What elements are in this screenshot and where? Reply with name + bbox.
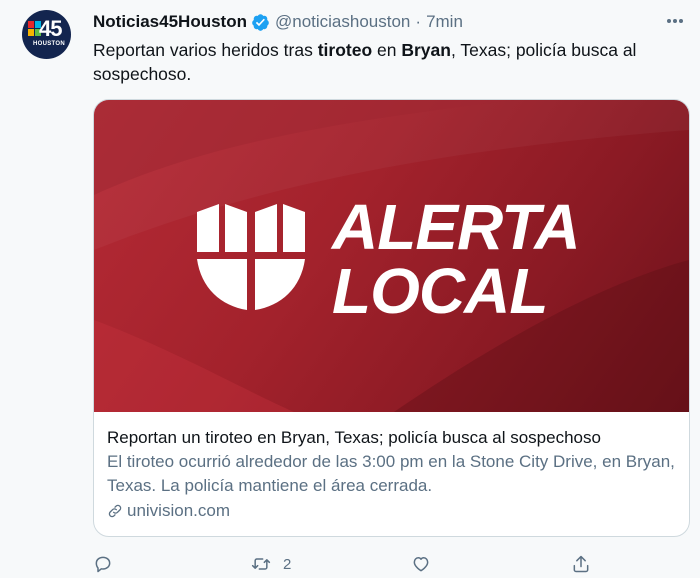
tweet-text: Reportan varios heridos tras tiroteo en … (93, 38, 673, 86)
link-card[interactable]: ALERTA LOCAL Reportan un tiroteo en Brya… (93, 99, 690, 537)
tweet-text-bold: Bryan (401, 40, 451, 60)
tweet-header: Noticias45Houston @noticiashouston · 7mi… (93, 11, 463, 33)
retweet-button[interactable]: 2 (251, 554, 291, 574)
tweet-timestamp[interactable]: 7min (426, 12, 463, 32)
card-description: El tiroteo ocurrió alrededor de las 3:00… (107, 452, 675, 495)
card-image[interactable]: ALERTA LOCAL (94, 100, 689, 412)
link-icon (108, 504, 122, 518)
like-button[interactable] (411, 554, 431, 574)
retweet-icon (251, 558, 271, 570)
card-image-line1: ALERTA (332, 191, 581, 263)
retweet-count: 2 (283, 555, 292, 573)
card-link[interactable]: univision.com (107, 499, 682, 523)
card-title: Reportan un tiroteo en Bryan, Texas; pol… (107, 428, 601, 447)
more-options-icon[interactable] (666, 18, 684, 24)
card-domain: univision.com (127, 501, 230, 520)
card-body[interactable]: Reportan un tiroteo en Bryan, Texas; pol… (107, 426, 682, 523)
tweet-text-bold: tiroteo (317, 40, 373, 60)
like-icon (413, 557, 429, 572)
card-image-headline: ALERTA LOCAL (332, 191, 581, 327)
action-bar: 2 (93, 552, 693, 578)
tweet-text-part: en (372, 40, 402, 60)
header-separator: · (415, 12, 422, 31)
tweet-text-part: Reportan varios heridos tras (93, 40, 318, 60)
author-name[interactable]: Noticias45Houston (93, 12, 247, 32)
univision-shield-logo-icon (197, 204, 305, 310)
reply-icon (95, 556, 111, 573)
share-icon (573, 555, 589, 573)
share-button[interactable] (571, 554, 591, 574)
card-image-line2: LOCAL (332, 255, 548, 327)
reply-button[interactable] (93, 554, 113, 574)
tweet[interactable]: 45 HOUSTON Noticias45Houston @noticiasho… (0, 0, 700, 578)
avatar-number: 45 (39, 16, 63, 41)
avatar[interactable]: 45 HOUSTON (22, 10, 71, 59)
author-handle[interactable]: @noticiashouston (275, 12, 410, 32)
avatar-caption: HOUSTON (33, 41, 65, 47)
verified-badge-icon (252, 13, 269, 31)
